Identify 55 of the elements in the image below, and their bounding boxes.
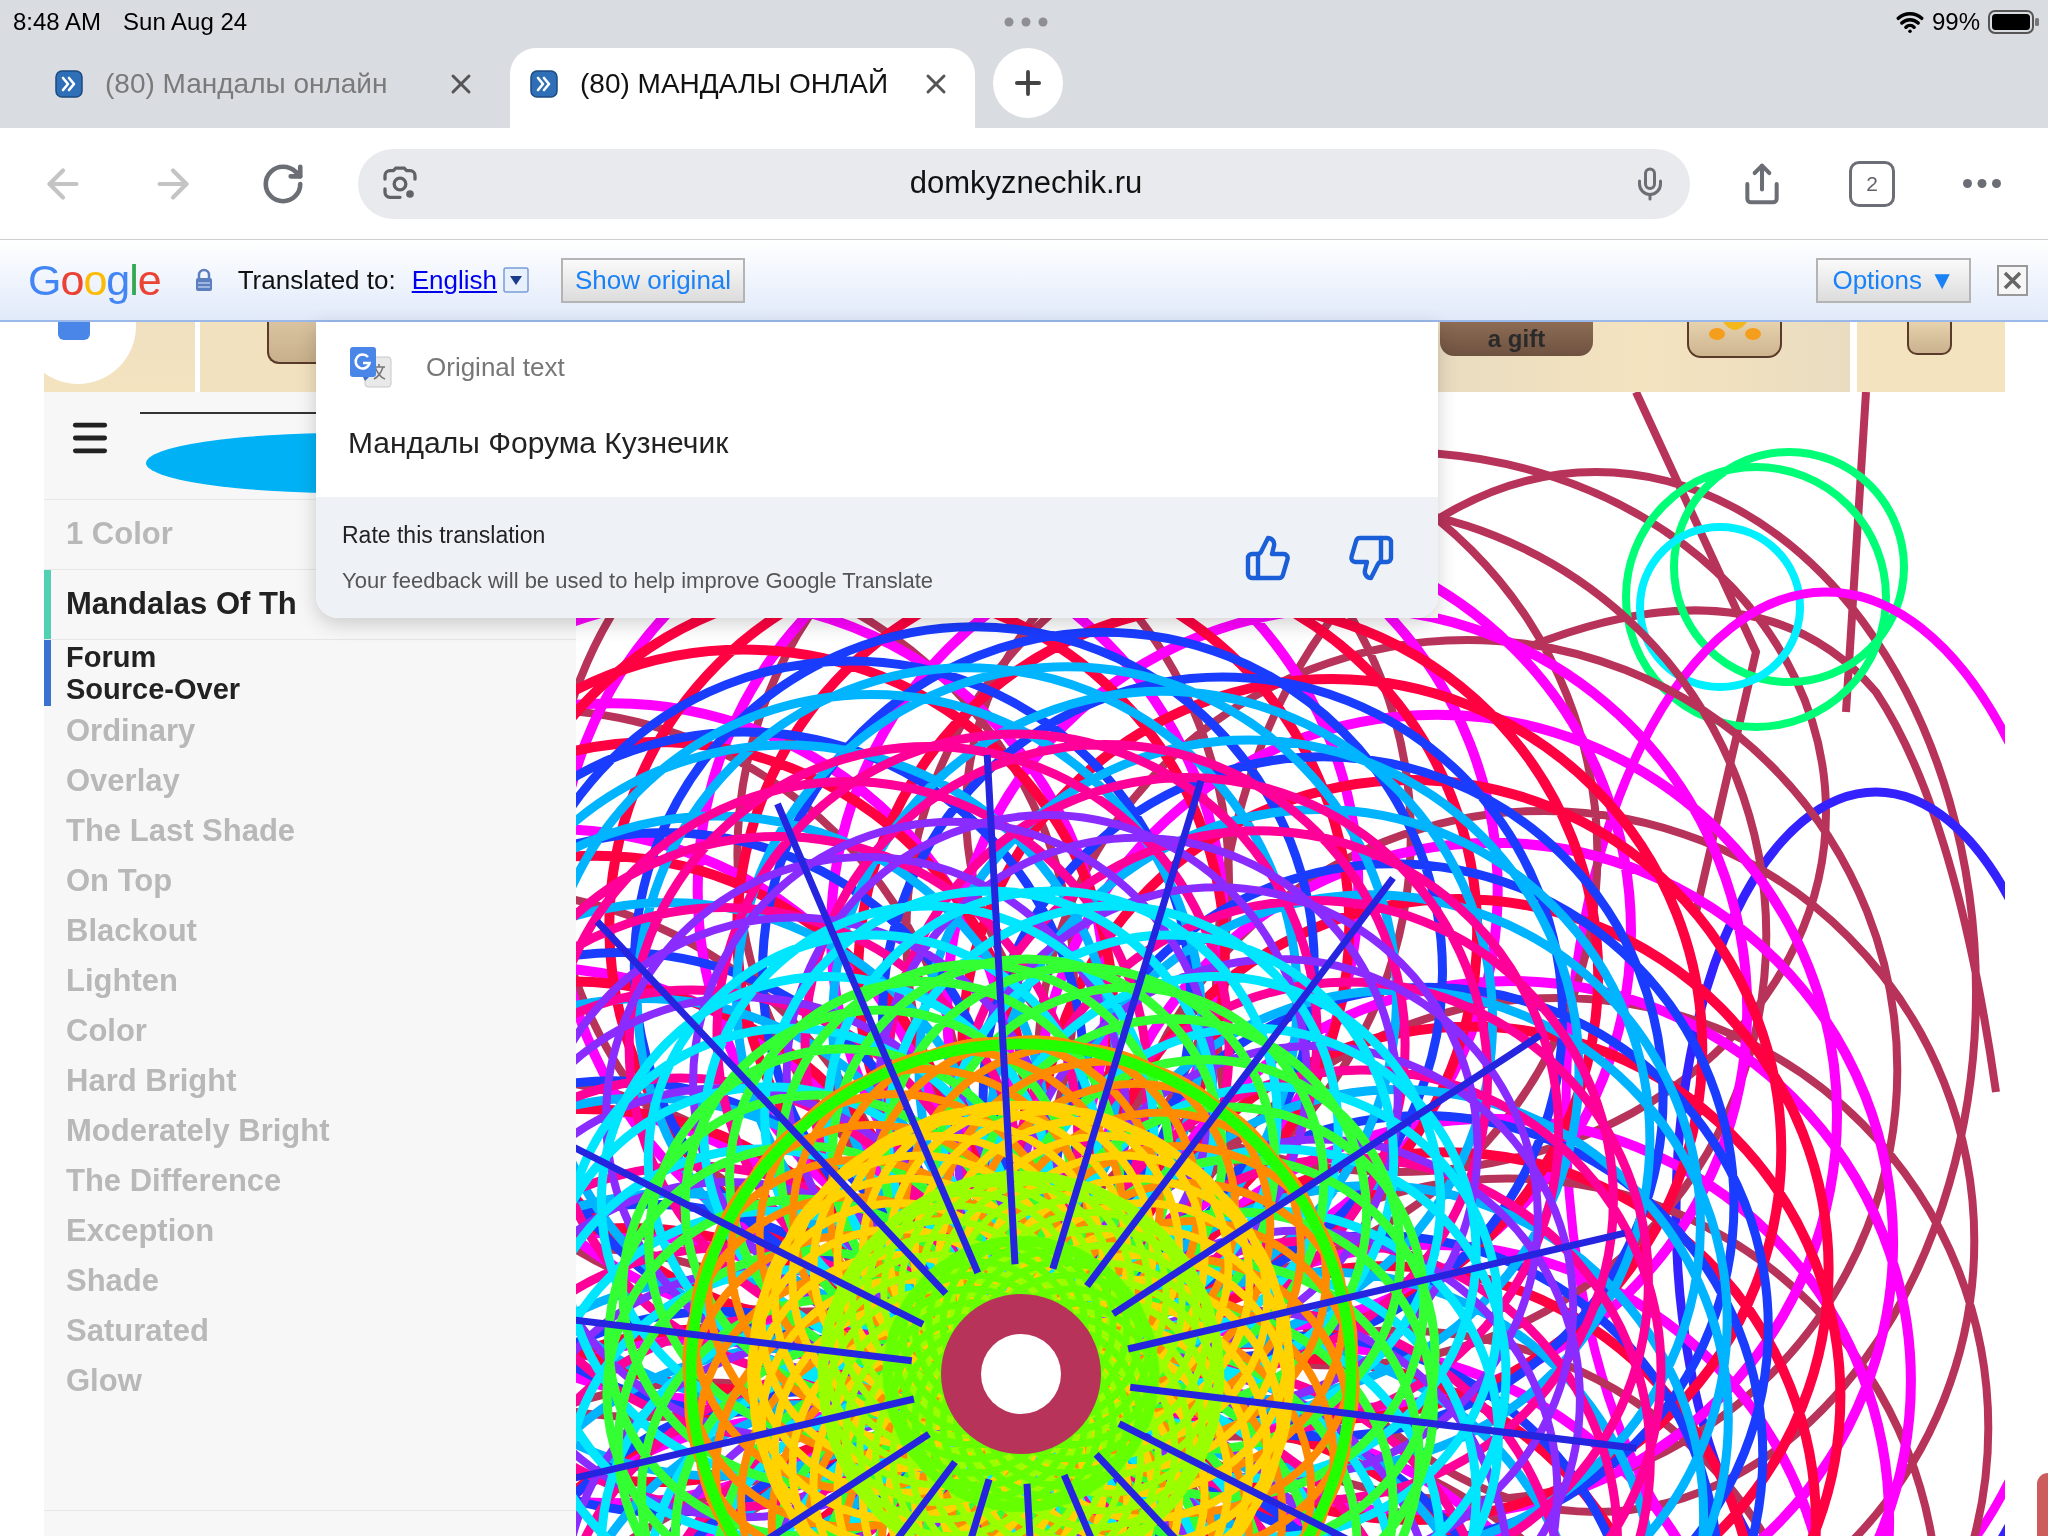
thumbs-up-icon[interactable] bbox=[1244, 533, 1292, 582]
blend-mode-option[interactable]: On Top bbox=[66, 857, 173, 905]
tab-count-button[interactable]: 2 bbox=[1849, 160, 1895, 207]
original-text: Мандалы Форума Кузнечик bbox=[348, 425, 729, 461]
popup-heading: Original text bbox=[426, 351, 565, 384]
blend-mode-option[interactable]: Blackout bbox=[66, 907, 197, 955]
emoji-icon bbox=[1708, 322, 1761, 342]
browser-tab[interactable]: (80) МАНДАЛЫ ОНЛАЙ bbox=[510, 48, 975, 128]
section-label: Forum bbox=[66, 641, 157, 673]
dropdown-icon[interactable] bbox=[503, 267, 529, 293]
header-button[interactable] bbox=[267, 322, 316, 364]
blend-mode-option[interactable]: The Difference bbox=[66, 1157, 282, 1205]
address-field[interactable]: domkyznechik.ru bbox=[358, 148, 1690, 219]
edge-tab[interactable] bbox=[2037, 1473, 2048, 1536]
battery-percent: 99% bbox=[1931, 7, 1980, 37]
blend-mode-option[interactable]: Saturated bbox=[66, 1307, 209, 1355]
blend-mode-option[interactable]: Hard Bright bbox=[66, 1057, 237, 1105]
options-button[interactable]: Options ▼ bbox=[1816, 257, 1971, 303]
tab-title: (80) Мандалы онлайн bbox=[105, 67, 389, 101]
rating-note: Your feedback will be used to help improve Google Translate bbox=[342, 567, 934, 596]
sidebar-heading[interactable]: 1 Color bbox=[66, 511, 173, 558]
blend-mode-option[interactable]: Moderately Bright bbox=[66, 1107, 330, 1155]
site-favicon-icon bbox=[530, 70, 558, 98]
url-text: domkyznechik.ru bbox=[909, 164, 1143, 203]
show-original-button[interactable]: Show original bbox=[561, 257, 746, 303]
blend-mode-option[interactable]: The Last Shade bbox=[66, 807, 296, 855]
thumbs-down-icon[interactable] bbox=[1347, 533, 1395, 582]
blend-mode-option[interactable]: Lighten bbox=[66, 957, 178, 1005]
blend-mode-option[interactable]: Exception bbox=[66, 1207, 215, 1255]
multitask-dots-icon[interactable] bbox=[1004, 17, 1049, 27]
translated-to-label: Translated to: bbox=[237, 263, 396, 297]
browser-tab[interactable]: (80) Мандалы онлайн bbox=[35, 48, 500, 128]
status-date: Sun Aug 24 bbox=[123, 7, 248, 37]
gift-button[interactable]: a gift bbox=[1440, 322, 1593, 356]
battery-icon bbox=[1988, 10, 2040, 34]
more-icon[interactable] bbox=[1963, 179, 2001, 188]
emoji-tile[interactable] bbox=[1687, 322, 1782, 358]
app-icon bbox=[58, 322, 90, 340]
tab-title: (80) МАНДАЛЫ ОНЛАЙ bbox=[580, 67, 890, 101]
translate-icon bbox=[348, 345, 393, 390]
section-title[interactable]: Mandalas Of Th bbox=[66, 581, 297, 628]
blend-mode-option[interactable]: Glow bbox=[66, 1357, 142, 1405]
blend-mode-option[interactable]: Ordinary bbox=[66, 707, 196, 755]
status-time: 8:48 AM bbox=[13, 7, 102, 37]
lock-icon bbox=[194, 268, 213, 292]
close-icon[interactable] bbox=[1997, 264, 2028, 296]
blend-mode-option[interactable]: Shade bbox=[66, 1257, 160, 1305]
blend-mode-option[interactable]: Overlay bbox=[66, 757, 180, 805]
google-logo: Google bbox=[28, 258, 161, 302]
language-link[interactable]: English bbox=[411, 260, 497, 300]
blend-mode-option[interactable]: Color bbox=[66, 1007, 147, 1055]
header-button[interactable] bbox=[1907, 322, 1952, 355]
site-favicon-icon bbox=[55, 70, 83, 98]
rating-title: Rate this translation bbox=[342, 520, 546, 550]
section-title[interactable]: Source-Over bbox=[66, 673, 241, 705]
